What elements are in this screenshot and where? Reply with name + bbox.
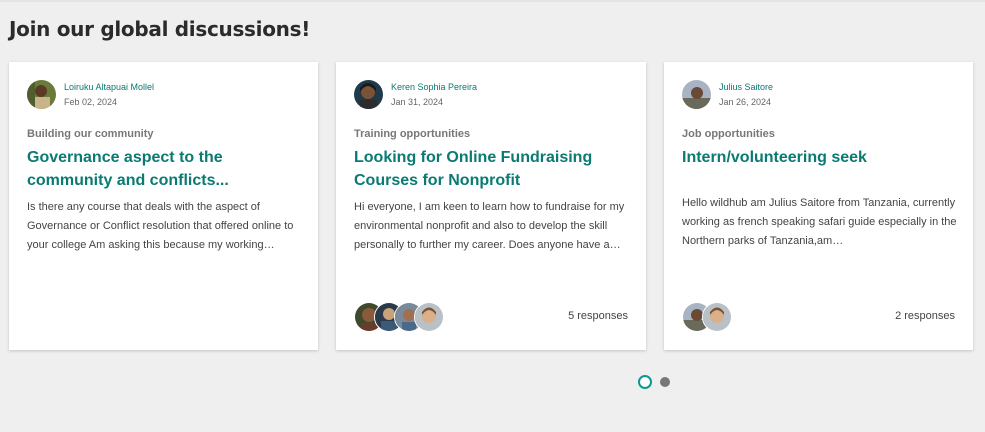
author-name[interactable]: Julius Saitore (719, 82, 773, 92)
author-name[interactable]: Loiruku Altapuai Mollel (64, 82, 154, 92)
discussion-excerpt: Hi everyone, I am keen to learn how to f… (354, 201, 625, 251)
discussion-title[interactable]: Governance aspect to the community and c… (27, 146, 297, 192)
discussion-title[interactable]: Intern/volunteering seek (682, 146, 952, 169)
discussion-title[interactable]: Looking for Online Fundraising Courses f… (354, 146, 624, 192)
author-avatar[interactable] (682, 80, 711, 109)
discussion-card[interactable]: Keren Sophia Pereira Jan 31, 2024 Traini… (336, 62, 646, 350)
discussion-excerpt: Is there any course that deals with the … (27, 201, 294, 251)
discussion-card[interactable]: Julius Saitore Jan 26, 2024 Job opportun… (664, 62, 973, 350)
responder-avatar (702, 302, 732, 332)
category-label: Training opportunities (354, 128, 471, 140)
author-avatar[interactable] (354, 80, 383, 109)
response-count[interactable]: 2 responses (895, 310, 955, 322)
responder-avatar (414, 302, 444, 332)
post-date: Jan 26, 2024 (719, 97, 772, 107)
carousel-dot[interactable] (660, 377, 670, 387)
response-count[interactable]: 5 responses (568, 310, 628, 322)
post-date: Jan 31, 2024 (391, 97, 444, 107)
author-avatar[interactable] (27, 80, 56, 109)
discussion-excerpt: Hello wildhub am Julius Saitore from Tan… (682, 197, 957, 247)
section-title: Join our global discussions! (9, 17, 311, 41)
post-date: Feb 02, 2024 (64, 97, 118, 107)
discussion-card[interactable]: Loiruku Altapuai Mollel Feb 02, 2024 Bui… (9, 62, 318, 350)
top-divider (0, 0, 985, 2)
category-label: Job opportunities (682, 128, 775, 140)
category-label: Building our community (27, 128, 154, 140)
author-name[interactable]: Keren Sophia Pereira (391, 82, 477, 92)
carousel-dot-active[interactable] (638, 375, 652, 389)
